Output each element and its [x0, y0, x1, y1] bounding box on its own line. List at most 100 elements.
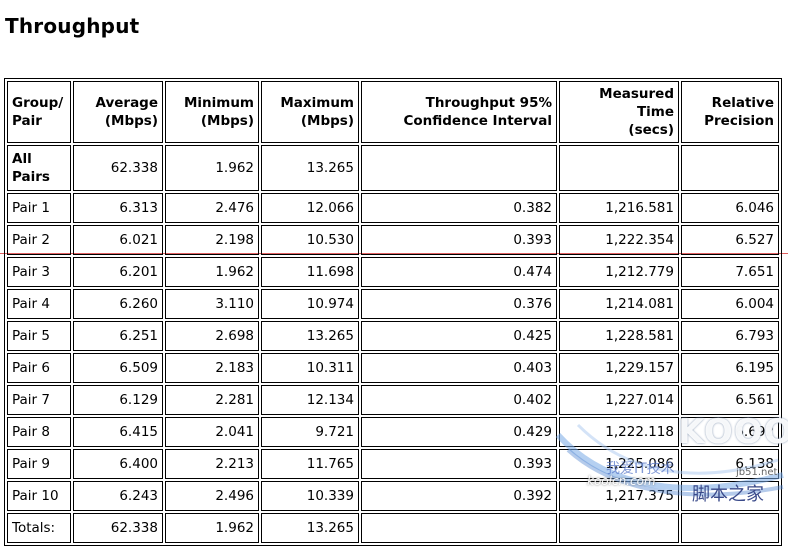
cell-maximum: 12.134 — [261, 385, 359, 415]
cell-minimum: 2.183 — [165, 353, 259, 383]
table-row: Pair 3 6.201 1.962 11.698 0.474 1,212.77… — [7, 257, 779, 287]
watermark-site-cn-text: 脚本之家 — [692, 484, 764, 505]
cell-ci — [361, 513, 557, 543]
header-group-line2: Pair — [12, 113, 42, 129]
cell-precision: 7.651 — [681, 257, 779, 287]
cell-precision: 6.046 — [681, 193, 779, 223]
cell-precision — [681, 145, 779, 191]
cell-time: 1,227.014 — [559, 385, 679, 415]
page-title: Throughput — [5, 14, 140, 38]
cell-ci — [361, 145, 557, 191]
cell-minimum: 2.213 — [165, 449, 259, 479]
cell-label: Pair 3 — [7, 257, 71, 287]
cell-maximum: 13.265 — [261, 321, 359, 351]
cell-average: 6.415 — [73, 417, 163, 447]
header-average-line2: (Mbps) — [104, 113, 158, 129]
header-precision-line1: Relative — [711, 95, 774, 111]
cell-time: 1,214.081 — [559, 289, 679, 319]
header-confidence-interval: Throughput 95% Confidence Interval — [361, 81, 557, 143]
cell-minimum: 2.281 — [165, 385, 259, 415]
cell-average: 6.021 — [73, 225, 163, 255]
cell-ci: 0.402 — [361, 385, 557, 415]
table-row: Pair 4 6.260 3.110 10.974 0.376 1,214.08… — [7, 289, 779, 319]
cell-label: Pair 8 — [7, 417, 71, 447]
watermark-site-text: jb51.net — [736, 467, 778, 478]
header-maximum: Maximum (Mbps) — [261, 81, 359, 143]
all-pairs-label-line1: All — [12, 151, 32, 167]
cell-ci: 0.393 — [361, 225, 557, 255]
cell-precision — [681, 513, 779, 543]
table-row: Pair 5 6.251 2.698 13.265 0.425 1,228.58… — [7, 321, 779, 351]
cell-precision: 6.561 — [681, 385, 779, 415]
cell-precision: 6.527 — [681, 225, 779, 255]
cell-maximum: 10.311 — [261, 353, 359, 383]
header-measured-time: Measured Time (secs) — [559, 81, 679, 143]
header-relative-precision: Relative Precision — [681, 81, 779, 143]
table-row: Pair 2 6.021 2.198 10.530 0.393 1,222.35… — [7, 225, 779, 255]
cell-maximum: 13.265 — [261, 145, 359, 191]
cell-ci: 0.393 — [361, 449, 557, 479]
header-group-line1: Group/ — [12, 95, 64, 111]
cell-average: 6.243 — [73, 481, 163, 511]
header-ci-line2: Confidence Interval — [403, 113, 552, 129]
cell-maximum: 10.974 — [261, 289, 359, 319]
header-time-line1: Measured Time — [599, 86, 674, 120]
cell-ci: 0.392 — [361, 481, 557, 511]
cell-minimum: 1.962 — [165, 257, 259, 287]
cell-label: Pair 4 — [7, 289, 71, 319]
cell-ci: 0.425 — [361, 321, 557, 351]
header-average-line1: Average — [95, 95, 158, 111]
cell-time: 1,222.354 — [559, 225, 679, 255]
cell-maximum: 11.765 — [261, 449, 359, 479]
cell-precision: 6.793 — [681, 321, 779, 351]
cell-time — [559, 145, 679, 191]
cell-time — [559, 513, 679, 543]
header-maximum-line1: Maximum — [280, 95, 354, 111]
header-precision-line2: Precision — [704, 113, 774, 129]
header-minimum: Minimum (Mbps) — [165, 81, 259, 143]
table-row-all-pairs: All Pairs 62.338 1.962 13.265 — [7, 145, 779, 191]
cell-average: 62.338 — [73, 513, 163, 543]
header-maximum-line2: (Mbps) — [300, 113, 354, 129]
cell-label: Pair 1 — [7, 193, 71, 223]
cell-average: 6.509 — [73, 353, 163, 383]
header-minimum-line1: Minimum — [183, 95, 254, 111]
cell-label: Pair 9 — [7, 449, 71, 479]
cell-label: Pair 2 — [7, 225, 71, 255]
watermark-kool-text: koolcn.com — [587, 474, 656, 488]
cell-maximum: 9.721 — [261, 417, 359, 447]
table-row: Pair 7 6.129 2.281 12.134 0.402 1,227.01… — [7, 385, 779, 415]
header-ci-line1: Throughput 95% — [425, 95, 552, 111]
cell-label: Pair 5 — [7, 321, 71, 351]
cell-maximum: 12.066 — [261, 193, 359, 223]
cell-ci: 0.376 — [361, 289, 557, 319]
header-average: Average (Mbps) — [73, 81, 163, 143]
header-row: Group/ Pair Average (Mbps) Minimum (Mbps… — [7, 81, 779, 143]
table-row: Pair 8 6.415 2.041 9.721 0.429 1,222.118… — [7, 417, 779, 447]
cell-time: 1,216.581 — [559, 193, 679, 223]
all-pairs-label-line2: Pairs — [12, 169, 50, 185]
table-row: Pair 10 6.243 2.496 10.339 0.392 1,217.3… — [7, 481, 779, 511]
cell-maximum: 10.530 — [261, 225, 359, 255]
cell-minimum: 2.496 — [165, 481, 259, 511]
cell-minimum: 2.698 — [165, 321, 259, 351]
watermark-logo: KOOO — [678, 412, 788, 452]
cell-average: 6.400 — [73, 449, 163, 479]
table-row: Pair 6 6.509 2.183 10.311 0.403 1,229.15… — [7, 353, 779, 383]
cell-ci: 0.429 — [361, 417, 557, 447]
table-row: Pair 1 6.313 2.476 12.066 0.382 1,216.58… — [7, 193, 779, 223]
cell-precision: 6.004 — [681, 289, 779, 319]
cell-time: 1,228.581 — [559, 321, 679, 351]
header-time-line2: (secs) — [628, 122, 674, 138]
cell-average: 62.338 — [73, 145, 163, 191]
header-group-pair: Group/ Pair — [7, 81, 71, 143]
cell-label: Pair 6 — [7, 353, 71, 383]
cell-minimum: 2.476 — [165, 193, 259, 223]
cell-ci: 0.382 — [361, 193, 557, 223]
cell-label: Totals: — [7, 513, 71, 543]
cell-label: Pair 10 — [7, 481, 71, 511]
cell-minimum: 3.110 — [165, 289, 259, 319]
cell-time: 1,222.118 — [559, 417, 679, 447]
cell-maximum: 13.265 — [261, 513, 359, 543]
cell-maximum: 10.339 — [261, 481, 359, 511]
